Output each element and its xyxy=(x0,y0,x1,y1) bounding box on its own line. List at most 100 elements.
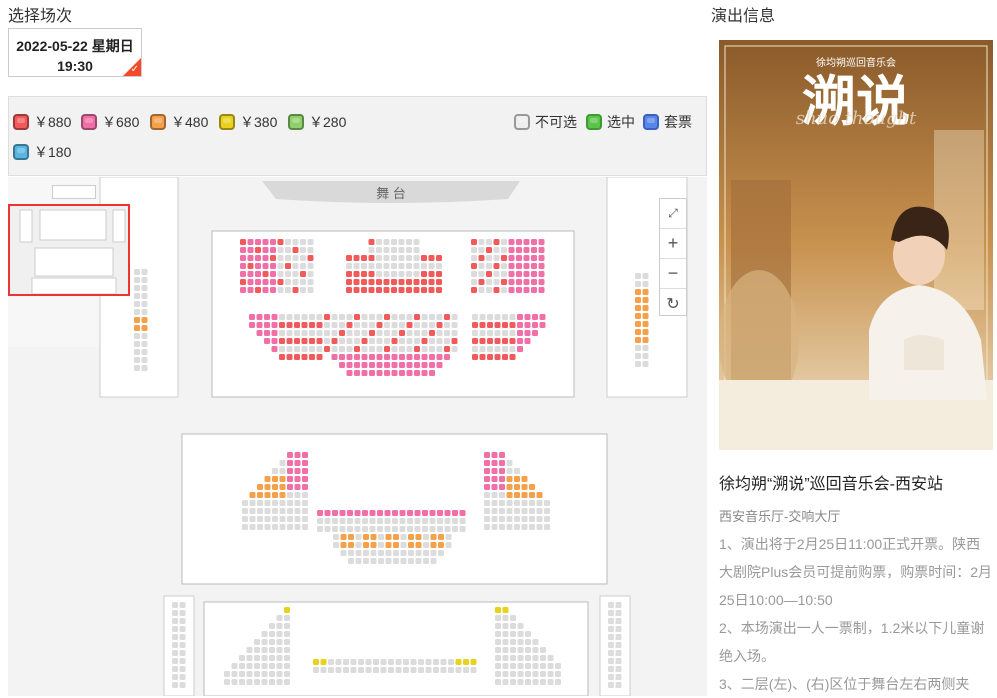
seat[interactable] xyxy=(421,279,427,285)
seat[interactable] xyxy=(452,510,458,516)
seat[interactable] xyxy=(316,322,323,328)
seat[interactable] xyxy=(249,508,256,514)
seat[interactable] xyxy=(179,602,186,608)
seat[interactable] xyxy=(262,255,269,261)
seat[interactable] xyxy=(491,476,498,482)
seat[interactable] xyxy=(358,659,364,665)
seat[interactable] xyxy=(509,322,516,328)
seat[interactable] xyxy=(270,263,276,269)
seat[interactable] xyxy=(540,671,546,677)
seat[interactable] xyxy=(510,655,516,661)
seat[interactable] xyxy=(532,679,539,685)
seat[interactable] xyxy=(391,346,398,352)
seat[interactable] xyxy=(495,639,501,645)
seat[interactable] xyxy=(608,642,614,648)
seat[interactable] xyxy=(532,647,539,653)
seat[interactable] xyxy=(328,667,334,673)
seat[interactable] xyxy=(354,526,361,532)
seat[interactable] xyxy=(506,476,513,482)
seat[interactable] xyxy=(287,516,293,522)
seat[interactable] xyxy=(499,524,505,530)
seat[interactable] xyxy=(495,679,501,685)
seat[interactable] xyxy=(388,659,394,665)
seat[interactable] xyxy=(172,610,178,616)
seat[interactable] xyxy=(376,239,382,245)
seat[interactable] xyxy=(362,518,368,524)
seat[interactable] xyxy=(517,631,524,637)
price-680[interactable]: ￥680 xyxy=(81,111,139,133)
seat[interactable] xyxy=(538,247,545,253)
seat[interactable] xyxy=(141,325,148,331)
seat[interactable] xyxy=(383,271,390,277)
seat[interactable] xyxy=(317,526,323,532)
seat[interactable] xyxy=(255,255,261,261)
seat[interactable] xyxy=(246,679,253,685)
seat[interactable] xyxy=(493,263,500,269)
seat[interactable] xyxy=(403,667,409,673)
seat[interactable] xyxy=(538,271,545,277)
seat[interactable] xyxy=(353,255,360,261)
seat[interactable] xyxy=(525,663,531,669)
seat[interactable] xyxy=(307,263,314,269)
seat[interactable] xyxy=(276,671,283,677)
seat[interactable] xyxy=(615,634,622,640)
seat[interactable] xyxy=(369,330,375,336)
seat[interactable] xyxy=(279,516,286,522)
seat[interactable] xyxy=(269,631,275,637)
seat[interactable] xyxy=(353,263,360,269)
seat[interactable] xyxy=(642,297,649,303)
seat[interactable] xyxy=(391,370,398,376)
seat[interactable] xyxy=(261,639,268,645)
seat[interactable] xyxy=(376,287,382,293)
seat[interactable] xyxy=(521,476,528,482)
seat[interactable] xyxy=(365,659,372,665)
seat[interactable] xyxy=(392,510,398,516)
seat[interactable] xyxy=(393,558,399,564)
seat[interactable] xyxy=(495,663,501,669)
seat[interactable] xyxy=(529,508,535,514)
seat[interactable] xyxy=(540,663,546,669)
seat[interactable] xyxy=(272,524,278,530)
seat[interactable] xyxy=(383,279,390,285)
seat[interactable] xyxy=(414,354,420,360)
seat[interactable] xyxy=(257,516,263,522)
seat[interactable] xyxy=(134,333,140,339)
seat[interactable] xyxy=(509,330,516,336)
seat[interactable] xyxy=(421,314,428,320)
seat[interactable] xyxy=(635,313,641,319)
seat[interactable] xyxy=(370,558,377,564)
seat[interactable] xyxy=(521,484,528,490)
seat[interactable] xyxy=(400,534,407,540)
seat[interactable] xyxy=(255,279,261,285)
seat[interactable] xyxy=(270,271,276,277)
seat[interactable] xyxy=(516,263,522,269)
seat[interactable] xyxy=(400,550,407,556)
seat[interactable] xyxy=(491,508,498,514)
seat[interactable] xyxy=(141,349,148,355)
seat[interactable] xyxy=(294,468,301,474)
seat[interactable] xyxy=(346,338,353,344)
seat[interactable] xyxy=(335,659,342,665)
seat[interactable] xyxy=(499,516,505,522)
seat[interactable] xyxy=(378,534,384,540)
seat[interactable] xyxy=(444,518,451,524)
seat[interactable] xyxy=(517,647,524,653)
seat[interactable] xyxy=(247,239,254,245)
seat[interactable] xyxy=(292,247,299,253)
seat[interactable] xyxy=(369,370,375,376)
seat[interactable] xyxy=(491,516,498,522)
seat[interactable] xyxy=(279,330,285,336)
seat[interactable] xyxy=(471,279,477,285)
seat[interactable] xyxy=(376,322,383,328)
seat[interactable] xyxy=(350,659,357,665)
seat[interactable] xyxy=(347,510,353,516)
seat[interactable] xyxy=(317,518,323,524)
seat[interactable] xyxy=(294,500,301,506)
seat[interactable] xyxy=(355,558,362,564)
seat[interactable] xyxy=(415,534,422,540)
seat[interactable] xyxy=(525,639,531,645)
seat[interactable] xyxy=(391,354,398,360)
seat[interactable] xyxy=(377,510,383,516)
seat[interactable] xyxy=(493,255,500,261)
seat[interactable] xyxy=(276,639,283,645)
